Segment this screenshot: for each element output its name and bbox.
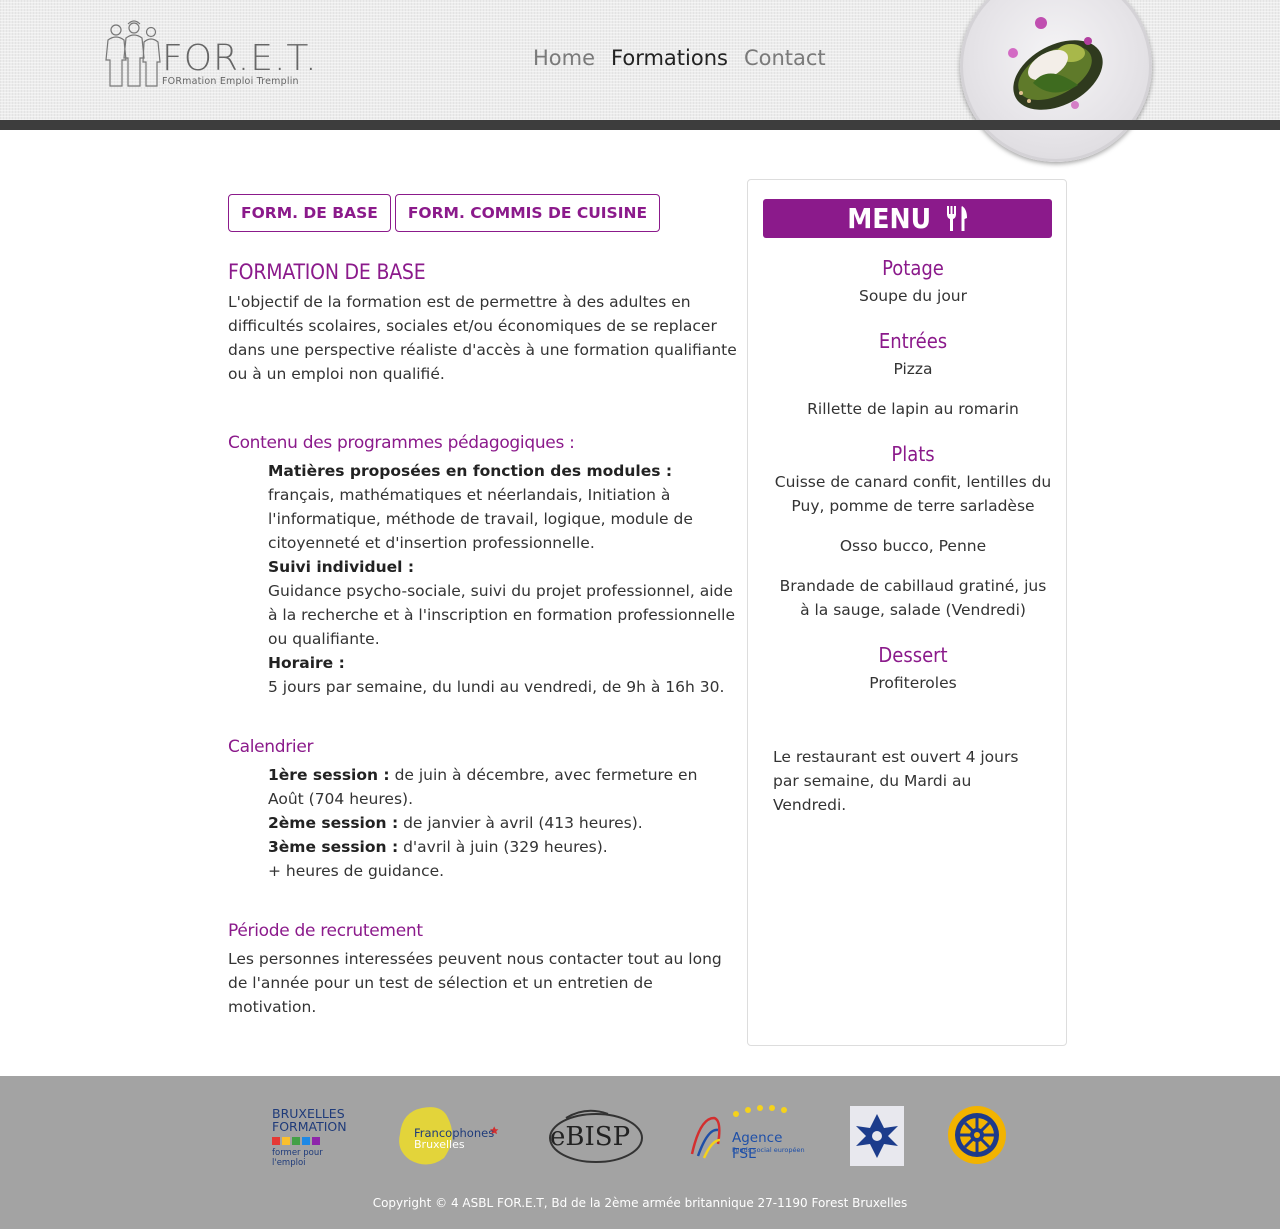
menu-dish: Rillette de lapin au romarin — [807, 400, 1019, 418]
menu-dish: Profiteroles — [869, 674, 957, 692]
programme-heading: Contenu des programmes pédagogiques : — [228, 433, 575, 453]
copyright-text: Copyright © 4 ASBL FOR.E.T, Bd de la 2èm… — [372, 1196, 908, 1210]
rotary-wheel-icon — [948, 1106, 1006, 1164]
formation-buttons: FORM. DE BASE FORM. COMMIS DE CUISINE — [228, 194, 738, 232]
menu-header: MENU — [763, 199, 1052, 238]
menu-dish: Brandade de cabillaud gratiné, jus à la … — [779, 577, 1047, 619]
agence-fse-logo[interactable]: Agence FSE Fonds social européen — [688, 1104, 810, 1168]
cross-emblem-icon — [850, 1106, 904, 1166]
plated-dish-icon — [1008, 17, 1103, 110]
session2-text: de janvier à avril (413 heures). — [398, 814, 643, 832]
menu-section-potage: Potage — [882, 256, 944, 280]
menu-dish: Pizza — [893, 360, 933, 378]
bruxelles-formation-logo[interactable]: BRUXELLES FORMATION former pour l'emploi — [272, 1104, 354, 1168]
main-content: FORM. DE BASE FORM. COMMIS DE CUISINE FO… — [228, 194, 738, 1019]
matieres-label: Matières proposées en fonction des modul… — [268, 462, 673, 480]
cross-emblem-logo[interactable] — [850, 1106, 904, 1166]
main-nav: Home Formations Contact — [533, 46, 826, 70]
partner-text: former pour l'emploi — [272, 1148, 323, 1168]
partner-text: Fonds social européen — [732, 1146, 805, 1154]
fork-knife-icon — [946, 206, 967, 231]
recrutement-text: Les personnes interessées peuvent nous c… — [228, 950, 722, 1016]
chef-silhouettes-icon — [105, 20, 161, 87]
header-bar — [0, 120, 1280, 130]
partner-text: FORMATION — [272, 1119, 347, 1134]
site-footer: BRUXELLES FORMATION former pour l'emploi… — [0, 1076, 1280, 1229]
menu-dish: Cuisse de canard confit, lentilles du Pu… — [774, 473, 1052, 515]
nav-formations[interactable]: Formations — [611, 46, 728, 70]
logo-tagline: FORmation Emploi Tremplin — [162, 76, 299, 87]
opening-note: Le restaurant est ouvert 4 jours par sem… — [773, 748, 1019, 814]
logo-name: FOR.E.T. — [162, 38, 318, 79]
francophones-bruxelles-logo[interactable]: Francophones Bruxelles — [392, 1104, 504, 1168]
intro-text: L'objectif de la formation est de permet… — [228, 293, 737, 383]
horaire-label: Horaire : — [268, 654, 345, 672]
nav-contact[interactable]: Contact — [744, 46, 826, 70]
site-logo[interactable]: FOR.E.T. FORmation Emploi Tremplin — [102, 20, 317, 90]
partner-logos: BRUXELLES FORMATION former pour l'emploi… — [0, 1104, 1280, 1168]
page-title: FORMATION DE BASE — [228, 260, 426, 284]
recrutement-heading: Période de recrutement — [228, 921, 423, 941]
session3-text: d'avril à juin (329 heures). — [398, 838, 608, 856]
menu-section-entrees: Entrées — [878, 329, 948, 353]
horaire-text: 5 jours par semaine, du lundi au vendred… — [268, 678, 725, 696]
ebisp-logo[interactable]: eBISP — [546, 1104, 646, 1168]
dish-plate-image — [960, 0, 1152, 162]
partner-text: eBISP — [550, 1122, 631, 1152]
guidance-text: + heures de guidance. — [268, 862, 445, 880]
form-commis-cuisine-button[interactable]: FORM. COMMIS DE CUISINE — [394, 194, 661, 232]
menu-dish: Osso bucco, Penne — [839, 537, 987, 555]
menu-body: Potage Soupe du jour Entrées Pizza Rille… — [773, 254, 1053, 695]
session3-label: 3ème session : — [268, 838, 399, 856]
rotary-logo[interactable] — [946, 1104, 1008, 1168]
suivi-text: Guidance psycho-sociale, suivi du projet… — [268, 582, 736, 648]
menu-sidebar: MENU Potage Soupe du jour Entrées Pizza … — [747, 179, 1067, 1046]
suivi-label: Suivi individuel : — [268, 558, 415, 576]
programme-details: Matières proposées en fonction des modul… — [228, 459, 738, 699]
menu-section-plats: Plats — [891, 442, 935, 466]
session1-label: 1ère session : — [268, 766, 390, 784]
nav-home[interactable]: Home — [533, 46, 595, 70]
menu-title: MENU — [847, 202, 932, 235]
matieres-text: français, mathématiques et néerlandais, … — [268, 486, 693, 552]
session2-label: 2ème session : — [268, 814, 399, 832]
form-base-button[interactable]: FORM. DE BASE — [228, 194, 391, 232]
partner-text: Bruxelles — [414, 1138, 465, 1151]
calendrier-heading: Calendrier — [228, 737, 314, 757]
menu-section-dessert: Dessert — [878, 643, 948, 667]
menu-dish: Soupe du jour — [858, 287, 968, 305]
calendrier-details: 1ère session : de juin à décembre, avec … — [228, 763, 738, 883]
site-header: FOR.E.T. FORmation Emploi Tremplin Home … — [0, 0, 1280, 162]
